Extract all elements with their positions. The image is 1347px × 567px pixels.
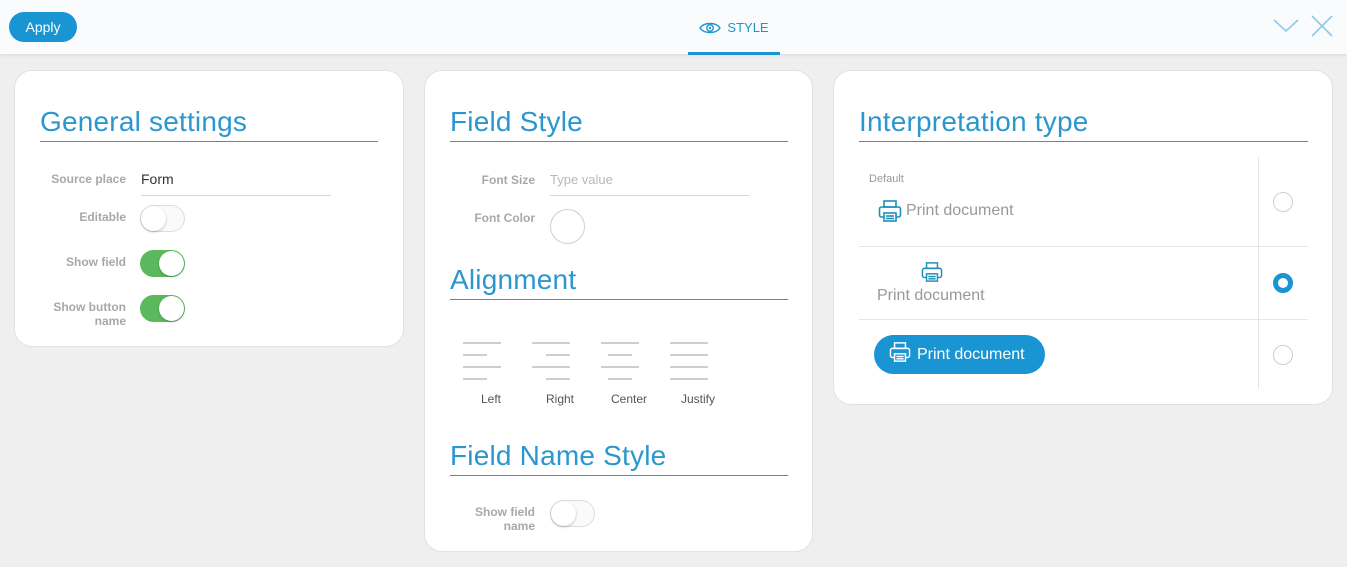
align-left-label: Left bbox=[480, 392, 501, 406]
print-document-label: Print document bbox=[917, 345, 1025, 363]
interpretation-option-icon-inline[interactable]: Print document bbox=[878, 199, 1088, 225]
title-divider bbox=[450, 141, 788, 142]
field-name-style-title: Field Name Style bbox=[450, 440, 667, 471]
font-size-input[interactable]: Type value bbox=[550, 172, 613, 187]
font-size-label: Font Size bbox=[481, 173, 535, 187]
print-document-label: Print document bbox=[877, 287, 985, 304]
source-place-underline bbox=[141, 195, 331, 196]
align-justify-label: Justify bbox=[680, 392, 715, 406]
chevron-down-icon[interactable] bbox=[1272, 14, 1300, 38]
show-button-name-label: Show button name bbox=[53, 300, 126, 328]
field-style-card: Field Style Font Size Type value Font Co… bbox=[424, 70, 813, 552]
alignment-title: Alignment bbox=[450, 264, 577, 295]
print-document-label: Print document bbox=[906, 202, 1014, 219]
close-icon[interactable] bbox=[1309, 14, 1335, 38]
apply-button[interactable]: Apply bbox=[9, 12, 77, 42]
row-divider bbox=[859, 319, 1308, 320]
tab-style[interactable]: STYLE bbox=[688, 0, 780, 55]
align-right-icon bbox=[532, 342, 570, 380]
show-field-name-toggle[interactable] bbox=[550, 500, 595, 527]
editable-label: Editable bbox=[79, 210, 126, 224]
align-center-label: Center bbox=[610, 392, 648, 406]
general-settings-title: General settings bbox=[40, 106, 248, 137]
interpretation-type-title: Interpretation type bbox=[859, 106, 1089, 137]
align-right-option[interactable]: Right bbox=[530, 339, 590, 419]
interpretation-type-card: Interpretation type Default Print docume… bbox=[833, 70, 1333, 405]
printer-icon bbox=[878, 200, 902, 227]
column-divider bbox=[1258, 157, 1259, 389]
align-justify-icon bbox=[670, 342, 708, 380]
interpretation-option-icon-above[interactable]: Print document bbox=[876, 261, 1036, 307]
show-field-name-label: Show field name bbox=[475, 505, 535, 533]
tab-style-label: STYLE bbox=[727, 20, 769, 35]
alignment-divider bbox=[450, 299, 788, 300]
eye-icon bbox=[699, 21, 722, 35]
interpretation-radio-1[interactable] bbox=[1273, 192, 1293, 212]
default-label: Default bbox=[869, 173, 904, 185]
row-divider bbox=[859, 246, 1308, 247]
editable-toggle[interactable] bbox=[140, 205, 185, 232]
source-place-label: Source place bbox=[51, 172, 126, 186]
interpretation-radio-2[interactable] bbox=[1273, 273, 1293, 293]
printer-icon bbox=[921, 262, 943, 287]
show-button-name-toggle[interactable] bbox=[140, 295, 185, 322]
field-name-style-divider bbox=[450, 475, 788, 476]
field-style-title: Field Style bbox=[450, 106, 583, 137]
show-field-label: Show field bbox=[66, 255, 126, 269]
font-color-picker[interactable] bbox=[550, 209, 585, 244]
align-left-option[interactable]: Left bbox=[461, 339, 521, 419]
font-size-underline bbox=[550, 195, 750, 196]
top-toolbar: Apply STYLE bbox=[0, 0, 1347, 55]
general-settings-card: General settings Source place Form Edita… bbox=[14, 70, 404, 347]
align-left-icon bbox=[463, 342, 501, 380]
source-place-input[interactable]: Form bbox=[141, 171, 174, 187]
title-divider bbox=[40, 141, 378, 142]
align-center-icon bbox=[601, 342, 639, 380]
active-tab-indicator bbox=[688, 52, 780, 55]
interpretation-radio-3[interactable] bbox=[1273, 345, 1293, 365]
align-justify-option[interactable]: Justify bbox=[668, 339, 728, 419]
print-document-button[interactable]: Print document bbox=[874, 335, 1045, 374]
font-color-label: Font Color bbox=[474, 211, 535, 225]
align-right-label: Right bbox=[545, 392, 574, 406]
printer-icon bbox=[889, 342, 911, 367]
title-divider bbox=[859, 141, 1308, 142]
align-center-option[interactable]: Center bbox=[599, 339, 659, 419]
show-field-toggle[interactable] bbox=[140, 250, 185, 277]
